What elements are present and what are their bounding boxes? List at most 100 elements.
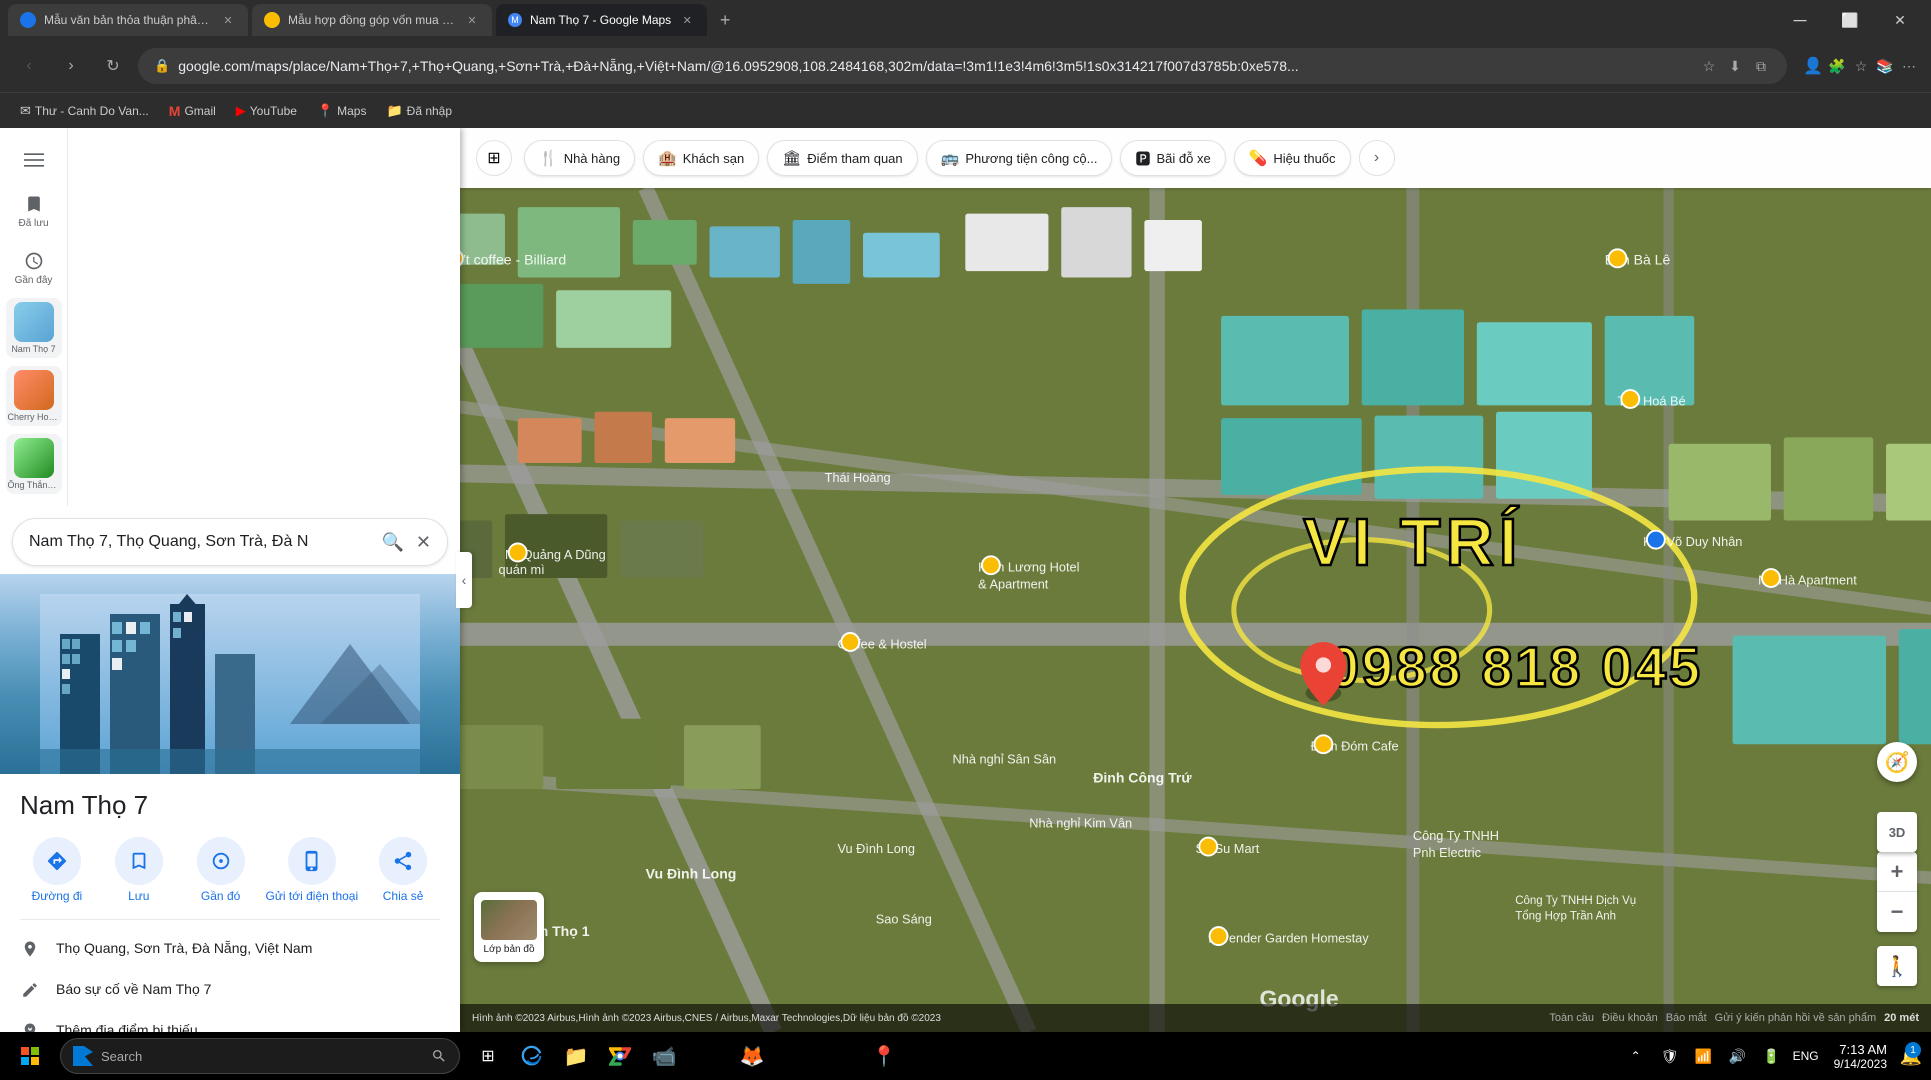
parking-icon: 🅿 [1135,148,1150,169]
tab-2[interactable]: Mẫu hợp đồng góp vốn mua đất... ✕ [252,4,492,36]
bookmark-imported[interactable]: 📁 Đã nhập [378,99,460,123]
clear-button[interactable]: ✕ [416,532,431,553]
taskbar-edge[interactable] [512,1036,552,1076]
taskbar-settings[interactable]: ⚙ [908,1036,948,1076]
url-bar[interactable]: 🔒 google.com/maps/place/Nam+Thọ+7,+Thọ+Q… [138,48,1787,84]
filter-attraction[interactable]: 🏛 Điểm tham quan [767,140,917,176]
taskbar-search-bar[interactable]: Search [60,1038,460,1074]
bookmark-imported-label: Đã nhập [407,104,452,118]
taskbar-mail[interactable]: ✉ [820,1036,860,1076]
start-button[interactable] [8,1034,52,1078]
sidebar-cherry-hotel[interactable]: Cherry Hotel Huế [6,366,62,426]
filter-restaurant[interactable]: 🍴 Nhà hàng [524,140,635,176]
tab-3-close[interactable]: ✕ [679,12,695,28]
layer-toggle-button[interactable]: Lớp bản đồ [474,892,544,962]
filter-more-button[interactable]: › [1359,140,1395,176]
favorites-icon[interactable]: ☆ [1851,56,1871,76]
back-button[interactable]: ‹ [12,49,46,83]
3d-button[interactable]: 3D [1877,812,1917,852]
footer-link-3[interactable]: Báo mắt [1666,1012,1707,1024]
svg-text:Nhà nghỉ Kim Vân: Nhà nghỉ Kim Vân [1029,815,1132,830]
bookmark-youtube[interactable]: ▶ YouTube [228,99,305,123]
tray-up-arrow[interactable]: ⌃ [1620,1036,1652,1076]
footer-link-1[interactable]: Toàn cầu [1549,1012,1594,1024]
zoom-out-button[interactable]: − [1877,892,1917,932]
new-tab-button[interactable]: + [711,6,739,34]
tray-volume[interactable]: 🔊 [1722,1036,1754,1076]
filter-hotel[interactable]: 🏨 Khách sạn [643,140,759,176]
split-view-icon[interactable]: ⧉ [1751,56,1771,76]
sidebar-recent-button[interactable]: Gần đây [10,241,58,294]
footer-link-4[interactable]: Gửi ý kiến phản hồi về sản phẩm [1715,1012,1876,1024]
info-report[interactable]: Báo sự cố về Nam Thọ 7 [20,969,440,1010]
bookmark-maps[interactable]: 📍 Maps [309,99,375,123]
close-panel-button[interactable]: ‹ [456,552,472,608]
sidebar-place-item[interactable]: Nam Thọ 7 [6,298,62,358]
extensions-icon[interactable]: 🧩 [1827,56,1847,76]
filter-parking[interactable]: 🅿 Bãi đỗ xe [1120,140,1225,176]
svg-text:Vu Đình Long: Vu Đình Long [646,866,737,882]
search-icon[interactable]: 🔍 [381,532,403,553]
content-area: Đã lưu Gần đây Nam Thọ 7 [0,128,1931,1032]
close-button[interactable]: ✕ [1877,4,1923,36]
system-clock[interactable]: 7:13 AM 9/14/2023 [1826,1042,1895,1071]
send-phone-button[interactable]: Gửi tới điện thoại [266,837,359,903]
filter-pharmacy[interactable]: 💊 Hiệu thuốc [1234,140,1351,176]
download-icon[interactable]: ⬇ [1725,56,1745,76]
bookmark-star-icon[interactable]: ☆ [1699,56,1719,76]
svg-text:Công Ty TNHH Dịch Vụ: Công Ty TNHH Dịch Vụ [1515,895,1636,907]
nearby-button[interactable]: Gần đó [184,837,258,903]
svg-text:Tổng Hợp Trần Anh: Tổng Hợp Trần Anh [1515,910,1616,922]
tab-1-close[interactable]: ✕ [220,12,236,28]
taskbar-file-explorer[interactable]: 📁 [556,1036,596,1076]
tray-shield[interactable]: 🛡 [1654,1036,1686,1076]
sidebar-menu-button[interactable] [10,140,58,180]
save-button[interactable]: Lưu [102,837,176,903]
zoom-in-button[interactable]: + [1877,852,1917,892]
bookmark-mail[interactable]: ✉ Thư - Canh Do Van... [12,99,157,123]
filter-parking-label: Bãi đỗ xe [1156,151,1210,166]
tray-network[interactable]: 📶 [1688,1036,1720,1076]
maps-icon: 📍 [317,103,333,119]
info-add-place[interactable]: Thêm địa điểm bị thiếu [20,1010,440,1032]
footer-link-2[interactable]: Điều khoản [1602,1012,1658,1024]
tab-1[interactable]: Mẫu văn bản thỏa thuận phân chia... ✕ [8,4,248,36]
tray-battery[interactable]: 🔋 [1756,1036,1788,1076]
sidebar-saved-button[interactable]: Đã lưu [10,184,58,237]
settings-icon[interactable]: ⋯ [1899,56,1919,76]
collections-icon[interactable]: 📚 [1875,56,1895,76]
maximize-button[interactable]: ⬜ [1827,4,1873,36]
share-button[interactable]: Chia sẻ [366,837,440,903]
filter-transit[interactable]: 🚌 Phương tiện công cộ... [926,140,1113,176]
compass[interactable]: 🧭 [1877,742,1917,782]
map-layers-icon[interactable]: ⊞ [476,140,512,176]
notification-button[interactable]: 🔔 1 [1899,1036,1923,1076]
tab-2-favicon [264,12,280,28]
info-location[interactable]: Thọ Quang, Sơn Trà, Đà Nẵng, Việt Nam [20,928,440,969]
taskbar-task-view[interactable]: ⊞ [468,1036,508,1076]
gmail-icon: M [169,103,181,119]
refresh-button[interactable]: ↻ [96,49,130,83]
taskbar-files[interactable]: 🗂 [688,1036,728,1076]
street-view-button[interactable]: 🚶 [1877,946,1917,986]
search-input[interactable] [29,533,369,551]
taskbar-store[interactable]: 🛍 [776,1036,816,1076]
taskbar-camera[interactable]: 📹 [644,1036,684,1076]
search-bar[interactable]: 🔍 ✕ [12,518,448,566]
forward-button[interactable]: › [54,49,88,83]
tab-2-close[interactable]: ✕ [464,12,480,28]
map-area[interactable]: ⊞ 🍴 Nhà hàng 🏨 Khách sạn 🏛 Điểm tham qua… [460,128,1931,1032]
place-info-scroll[interactable]: Nam Thọ 7 Đường đi [0,774,460,1032]
sidebar-ong-thang[interactable]: Ông Thắng Nr [6,434,62,494]
map-buildings-svg: VI TRÍ 0988 818 045 Ứt coffee - Billiard… [460,188,1931,1032]
tab-3[interactable]: M Nam Thọ 7 - Google Maps ✕ [496,4,707,36]
taskbar-firefox[interactable]: 🦊 [732,1036,772,1076]
directions-button[interactable]: Đường đi [20,837,94,903]
minimize-button[interactable]: ─ [1777,4,1823,36]
profile-icon[interactable]: 👤 [1803,56,1823,76]
taskbar-chrome[interactable] [600,1036,640,1076]
tray-language[interactable]: ENG [1790,1036,1822,1076]
map-type-toggle[interactable]: ⊞ [476,140,512,176]
bookmark-gmail[interactable]: M Gmail [161,99,224,123]
taskbar-maps-app[interactable]: 📍 [864,1036,904,1076]
